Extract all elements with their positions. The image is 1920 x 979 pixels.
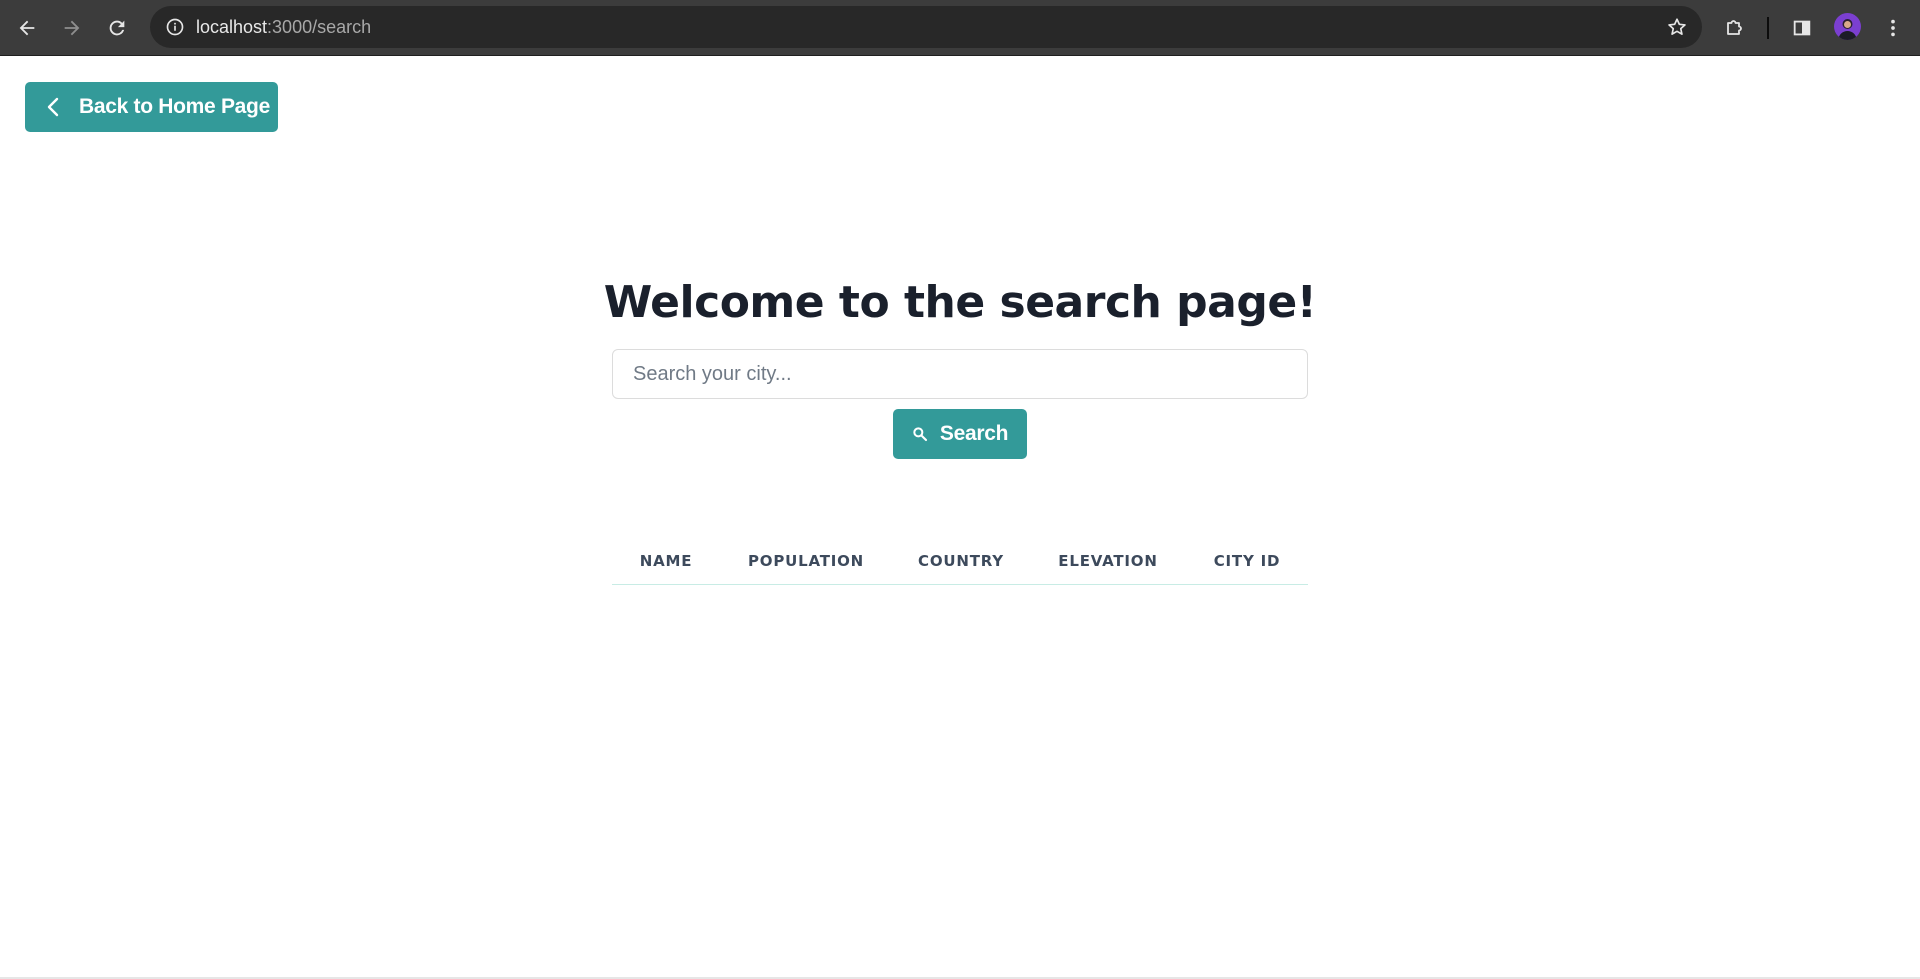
column-header-elevation: ELEVATION <box>1030 538 1186 585</box>
column-header-country: COUNTRY <box>892 538 1030 585</box>
chevron-left-icon <box>47 97 63 117</box>
toolbar-divider <box>1767 17 1769 39</box>
reload-icon <box>109 20 125 36</box>
page-content: Back to Home Page Welcome to the search … <box>0 56 1920 979</box>
search-button[interactable]: Search <box>893 409 1027 459</box>
browser-toolbar: localhost:3000/search <box>0 0 1920 56</box>
search-icon <box>912 426 928 442</box>
url-host: localhost <box>196 17 268 37</box>
kebab-menu-icon[interactable] <box>1877 12 1909 44</box>
side-panel-icon[interactable] <box>1786 12 1818 44</box>
avatar[interactable] <box>1834 13 1861 40</box>
star-icon[interactable] <box>1664 14 1690 40</box>
column-header-city-id: CITY ID <box>1186 538 1308 585</box>
page-title: Welcome to the search page! <box>603 277 1317 328</box>
forward-nav-button[interactable] <box>54 10 90 46</box>
column-header-population: POPULATION <box>720 538 892 585</box>
reload-button[interactable] <box>99 10 135 46</box>
search-button-label: Search <box>939 422 1009 445</box>
arrow-left-icon <box>19 20 35 36</box>
url-text[interactable]: localhost:3000/search <box>196 6 371 48</box>
column-header-name: NAME <box>612 538 720 585</box>
address-bar[interactable]: localhost:3000/search <box>150 6 1702 48</box>
info-icon[interactable] <box>162 14 188 40</box>
results-table: NAME POPULATION COUNTRY ELEVATION CITY I… <box>612 538 1308 585</box>
back-to-home-button[interactable]: Back to Home Page <box>25 82 278 132</box>
city-search-input[interactable] <box>612 349 1308 399</box>
table-header-row: NAME POPULATION COUNTRY ELEVATION CITY I… <box>612 538 1308 585</box>
arrow-right-icon <box>64 20 80 36</box>
puzzle-icon[interactable] <box>1719 12 1751 44</box>
back-to-home-label: Back to Home Page <box>79 95 270 118</box>
back-nav-button[interactable] <box>9 10 45 46</box>
url-path: :3000/search <box>267 17 372 37</box>
